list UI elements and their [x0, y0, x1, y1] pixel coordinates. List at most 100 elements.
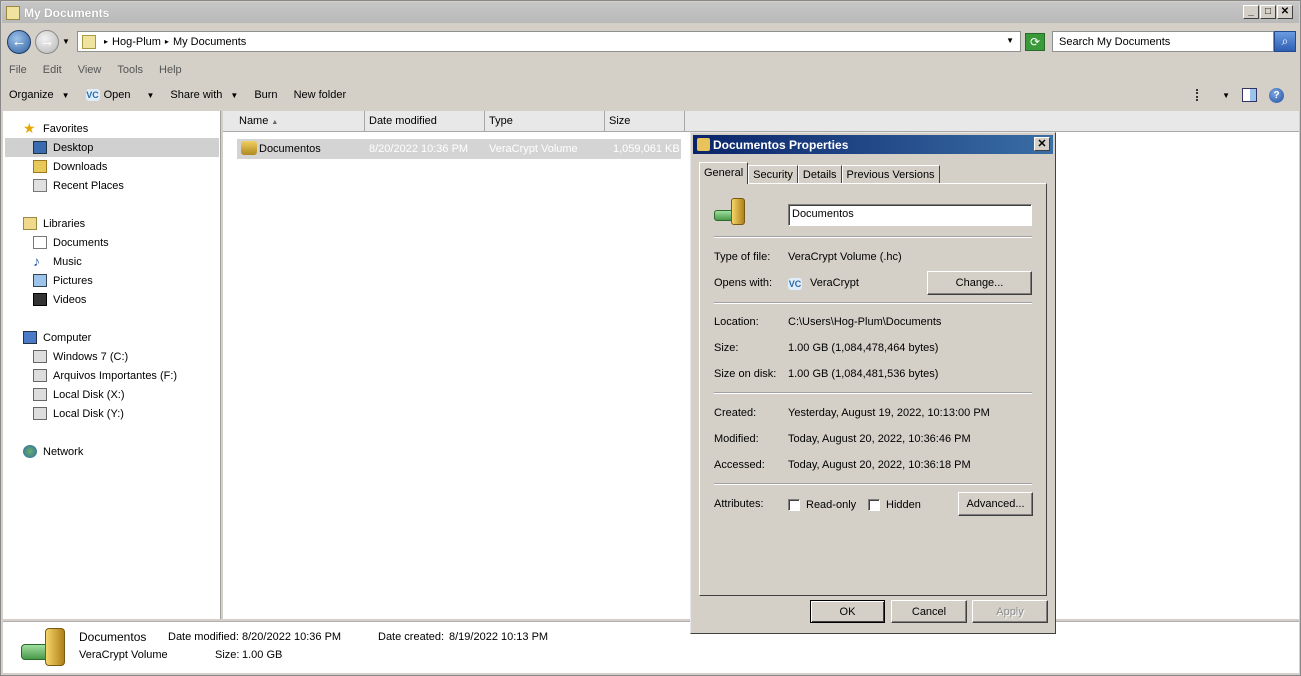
- details-file-name: Documentos: [79, 630, 147, 644]
- view-options-icon[interactable]: [1196, 89, 1210, 101]
- column-type[interactable]: Type: [485, 111, 605, 132]
- tab-security[interactable]: Security: [748, 165, 798, 184]
- dialog-close-button[interactable]: ✕: [1034, 137, 1050, 151]
- nav-documents[interactable]: Documents: [33, 233, 109, 252]
- hidden-checkbox[interactable]: [868, 499, 880, 511]
- apply-button[interactable]: Apply: [972, 600, 1048, 623]
- change-button[interactable]: Change...: [927, 271, 1032, 295]
- nav-drive-f[interactable]: Arquivos Importantes (F:): [33, 366, 177, 385]
- nav-favorites[interactable]: ★ Favorites: [23, 119, 88, 138]
- network-icon: [23, 445, 37, 458]
- refresh-button[interactable]: ⟳: [1025, 33, 1045, 51]
- opens-with-label: Opens with:: [714, 277, 773, 289]
- menu-file[interactable]: File: [1, 61, 35, 81]
- nav-drive-y[interactable]: Local Disk (Y:): [33, 404, 124, 423]
- nav-label: Pictures: [53, 274, 93, 287]
- modified-label: Modified:: [714, 433, 759, 445]
- details-size-label: Size:: [215, 649, 240, 661]
- back-button[interactable]: ←: [7, 30, 31, 54]
- maximize-button[interactable]: □: [1260, 5, 1276, 19]
- nav-drive-c[interactable]: Windows 7 (C:): [33, 347, 128, 366]
- preview-pane-icon[interactable]: [1242, 88, 1257, 102]
- details-date-created-label: Date created:: [378, 631, 445, 643]
- title-bar[interactable]: My Documents _ □ ✕: [2, 2, 1299, 23]
- column-date-modified[interactable]: Date modified: [365, 111, 485, 132]
- cancel-button[interactable]: Cancel: [891, 600, 967, 623]
- nav-label: Downloads: [53, 160, 108, 173]
- share-with-button[interactable]: Share with ▼: [162, 83, 246, 107]
- nav-label: Music: [53, 255, 82, 268]
- chevron-right-icon[interactable]: ▸: [104, 37, 108, 46]
- burn-button[interactable]: Burn: [246, 83, 285, 107]
- file-name-field[interactable]: Documentos: [788, 204, 1032, 226]
- nav-computer[interactable]: Computer: [23, 328, 91, 347]
- nav-label: Windows 7 (C:): [53, 350, 129, 363]
- details-date-created: 8/19/2022 10:13 PM: [449, 631, 549, 643]
- search-icon: ⌕: [1281, 34, 1289, 48]
- search-button[interactable]: ⌕: [1274, 31, 1296, 52]
- column-label: Size: [609, 115, 631, 127]
- address-bar[interactable]: ▸ Hog-Plum ▸ My Documents ▼: [77, 31, 1021, 52]
- chevron-down-icon[interactable]: ▼: [146, 91, 154, 100]
- refresh-icon: ⟳: [1029, 35, 1041, 49]
- open-button[interactable]: VC Open ▼: [78, 83, 163, 107]
- nav-drive-x[interactable]: Local Disk (X:): [33, 385, 125, 404]
- nav-videos[interactable]: Videos: [33, 290, 86, 309]
- menu-edit[interactable]: Edit: [35, 61, 70, 81]
- read-only-label[interactable]: Read-only: [806, 499, 856, 511]
- chevron-right-icon[interactable]: ▸: [165, 37, 169, 46]
- nav-pictures[interactable]: Pictures: [33, 271, 93, 290]
- tab-details[interactable]: Details: [797, 165, 842, 184]
- nav-network[interactable]: Network: [23, 442, 83, 461]
- search-input[interactable]: Search My Documents: [1052, 31, 1274, 52]
- breadcrumb-hog-plum[interactable]: Hog-Plum: [112, 36, 161, 48]
- tab-previous-versions[interactable]: Previous Versions: [841, 165, 940, 184]
- downloads-icon: [33, 160, 47, 173]
- new-folder-button[interactable]: New folder: [286, 83, 355, 107]
- advanced-button[interactable]: Advanced...: [958, 492, 1033, 516]
- chevron-down-icon[interactable]: ▼: [1222, 91, 1230, 100]
- column-label: Name: [239, 115, 269, 127]
- size-label: Size:: [714, 342, 739, 354]
- nav-desktop[interactable]: Desktop: [5, 138, 219, 157]
- file-type: VeraCrypt Volume: [489, 143, 578, 155]
- type-value: VeraCrypt Volume (.hc): [788, 251, 902, 263]
- minimize-button[interactable]: _: [1243, 5, 1259, 19]
- desktop-icon: [33, 141, 47, 154]
- modified-value: Today, August 20, 2022, 10:36:46 PM: [788, 433, 971, 445]
- menu-view[interactable]: View: [70, 61, 110, 81]
- nav-label: Favorites: [43, 122, 89, 135]
- recent-pages-dropdown[interactable]: ▼: [62, 37, 70, 46]
- size-on-disk-value: 1.00 GB (1,084,481,536 bytes): [788, 368, 939, 380]
- tab-general[interactable]: General: [699, 162, 749, 184]
- recent-places-icon: [33, 179, 47, 192]
- videos-icon: [33, 293, 47, 306]
- organize-button[interactable]: Organize ▼: [1, 83, 78, 107]
- hidden-label[interactable]: Hidden: [886, 499, 921, 511]
- forward-button[interactable]: →: [35, 30, 59, 54]
- general-panel: Documentos Type of file: VeraCrypt Volum…: [699, 183, 1047, 596]
- attributes-label: Attributes:: [714, 498, 764, 510]
- read-only-checkbox[interactable]: [788, 499, 800, 511]
- accessed-value: Today, August 20, 2022, 10:36:18 PM: [788, 459, 971, 471]
- column-name[interactable]: Name ▲: [235, 111, 365, 132]
- column-size[interactable]: Size: [605, 111, 685, 132]
- veracrypt-icon: VC: [788, 278, 802, 290]
- nav-recent-places[interactable]: Recent Places: [33, 176, 124, 195]
- sort-ascending-icon: ▲: [271, 119, 279, 126]
- close-button[interactable]: ✕: [1277, 5, 1293, 19]
- chevron-down-icon[interactable]: ▼: [1006, 36, 1014, 45]
- menu-help[interactable]: Help: [151, 61, 190, 81]
- nav-downloads[interactable]: Downloads: [33, 157, 107, 176]
- libraries-icon: [23, 217, 37, 230]
- table-row[interactable]: Documentos 8/20/2022 10:36 PM VeraCrypt …: [237, 139, 681, 159]
- breadcrumb-my-documents[interactable]: My Documents: [173, 36, 246, 48]
- opens-with-value: VeraCrypt: [810, 277, 859, 289]
- ok-button[interactable]: OK: [810, 600, 885, 623]
- properties-dialog: Documentos Properties ✕ General Security…: [690, 132, 1056, 634]
- help-icon[interactable]: ?: [1269, 87, 1284, 103]
- menu-tools[interactable]: Tools: [109, 61, 151, 81]
- dialog-title-bar[interactable]: Documentos Properties ✕: [693, 135, 1053, 154]
- nav-music[interactable]: ♪ Music: [33, 252, 82, 271]
- nav-libraries[interactable]: Libraries: [23, 214, 85, 233]
